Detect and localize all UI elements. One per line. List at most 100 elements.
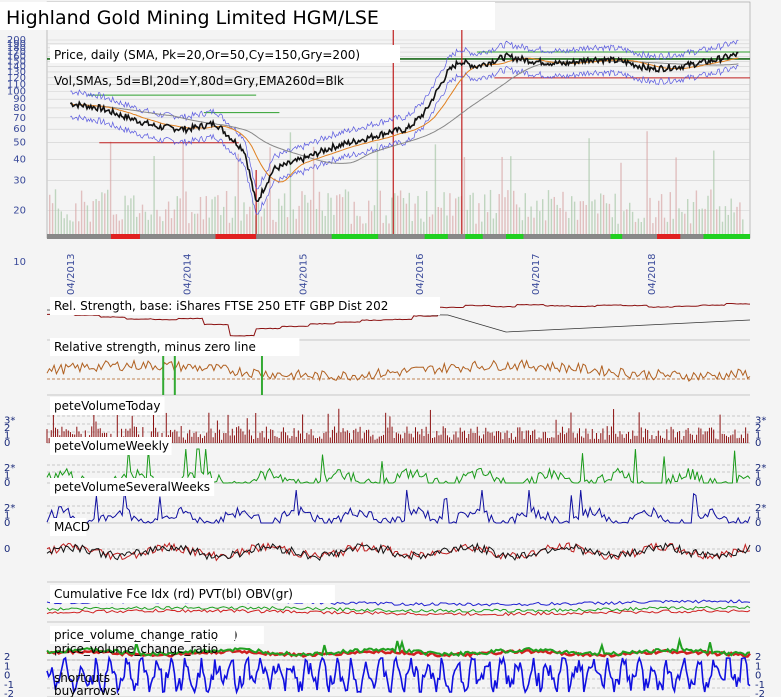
price-x-tick-labels: 04/2013 04/2014 04/2015 04/2016 04/2017 04/20… — [66, 253, 658, 295]
volume-bar — [379, 190, 381, 234]
volume-bar — [220, 215, 222, 234]
price-y-tick-labels: 2001901801701601501401301201101009080706… — [7, 35, 26, 268]
volume-bar — [440, 207, 442, 234]
volume-bar — [107, 189, 109, 234]
volume-bar — [649, 197, 651, 234]
panel-title: peteVolumeWeekly — [54, 439, 169, 453]
volume-bar — [330, 197, 332, 234]
volume-bar — [121, 219, 123, 234]
chart-legend-text: Vol,SMAs, 5d=Bl,20d=Y,80d=Gry,EMA260d=Bl… — [54, 74, 344, 88]
trend-segment — [657, 234, 681, 239]
volume-bar — [550, 198, 553, 234]
volume-bar — [399, 190, 402, 234]
volume-bar — [707, 195, 709, 234]
x-tick-label: 04/2018 — [647, 253, 658, 295]
buyarrows-label: buyarrows: — [54, 684, 121, 697]
panel-y-tick-label: 0 — [755, 544, 761, 555]
volume-bar — [481, 221, 483, 234]
volume-bar — [484, 194, 486, 234]
volume-bar — [365, 223, 367, 234]
volume-bar — [431, 214, 434, 234]
volume-bar — [75, 203, 77, 234]
volume-bar — [730, 198, 732, 234]
volume-bar — [675, 157, 677, 234]
volume-bar — [678, 208, 680, 234]
volume-bar — [109, 141, 112, 234]
volume-bar — [666, 221, 669, 234]
trend-segment — [610, 234, 623, 239]
volume-bar — [341, 197, 344, 234]
volume-bar — [310, 199, 312, 234]
volume-bar — [576, 219, 579, 234]
volume-bar — [533, 217, 535, 234]
volume-bar — [594, 199, 596, 234]
volume-bar — [298, 205, 300, 234]
volume-bar — [321, 210, 323, 234]
volume-bar — [231, 217, 234, 234]
volume-bar — [637, 218, 640, 234]
force-index-line — [46, 608, 751, 617]
volume-bar — [136, 216, 138, 234]
volume-bar — [133, 195, 135, 234]
volume-bar — [252, 200, 254, 234]
volume-bar — [130, 198, 132, 234]
volume-bar — [536, 200, 538, 234]
volume-bar — [112, 214, 115, 234]
chart-subtitle: Price, daily (SMA, Pk=20,Or=50,Cy=150,Gr… — [54, 48, 360, 62]
volume-bar — [397, 195, 399, 234]
volume-bar — [585, 204, 587, 234]
volume-bar — [658, 200, 660, 234]
volume-bar — [83, 201, 86, 234]
volume-bar — [150, 214, 152, 234]
panel-title: Rel. Strength, base: iShares FTSE 250 ET… — [54, 299, 388, 313]
volume-bar — [66, 214, 68, 234]
volume-bar — [324, 215, 326, 234]
volume-bar — [199, 196, 202, 234]
panel-y-tick-label: 0 — [755, 438, 761, 449]
volume-bar — [443, 192, 445, 234]
volume-bar — [684, 213, 686, 234]
volume-bar — [597, 213, 599, 234]
volume-bar — [579, 201, 582, 234]
volume-bar — [663, 217, 666, 234]
volume-bar — [495, 213, 497, 234]
volume-bar — [304, 194, 306, 234]
y-tick-label: 70 — [13, 113, 26, 124]
volume-bar — [138, 213, 141, 234]
stock-chart: 2001901801701601501401301201101009080706… — [0, 1, 766, 697]
volume-bar — [49, 194, 51, 234]
volume-bar — [362, 223, 364, 234]
volume-bar — [283, 193, 286, 234]
volume-bar — [513, 190, 515, 234]
volume-bar — [144, 211, 147, 234]
panel-y-tick-label: 0 — [4, 478, 10, 489]
x-tick-label: 04/2016 — [415, 253, 426, 295]
volume-bar — [318, 191, 321, 234]
volume-bar — [382, 222, 384, 234]
chart-page: 200 190 180 170 160 150 140 130 120 110 100 90 80 70 6… — [0, 0, 781, 697]
x-tick-label: 04/2013 — [66, 253, 77, 295]
volume-bar — [727, 214, 729, 234]
trend-segment — [465, 234, 483, 239]
volume-bar — [455, 198, 457, 234]
panel-y-tick-label: 0 — [4, 518, 10, 529]
volume-bar — [394, 193, 396, 234]
volume-bar — [205, 196, 207, 234]
volume-bar — [588, 138, 590, 234]
trend-segment — [215, 234, 257, 239]
volume-bar — [449, 193, 451, 234]
indicator-panels: Rel. Strength, base: iShares FTSE 250 ET… — [4, 297, 766, 697]
volume-bar — [353, 201, 355, 234]
volume-bar — [301, 191, 303, 234]
panel-y-tick-label: 0 — [4, 544, 10, 555]
volume-bar — [89, 221, 91, 234]
volume-bar — [518, 207, 521, 234]
volume-bar — [124, 195, 126, 234]
volume-bar — [457, 196, 460, 234]
volume-bar — [463, 157, 466, 234]
volume-bar — [634, 221, 637, 234]
volume-bar — [629, 202, 631, 234]
volume-bar — [388, 223, 390, 234]
volume-bar — [501, 156, 503, 234]
volume-bar — [385, 215, 387, 234]
